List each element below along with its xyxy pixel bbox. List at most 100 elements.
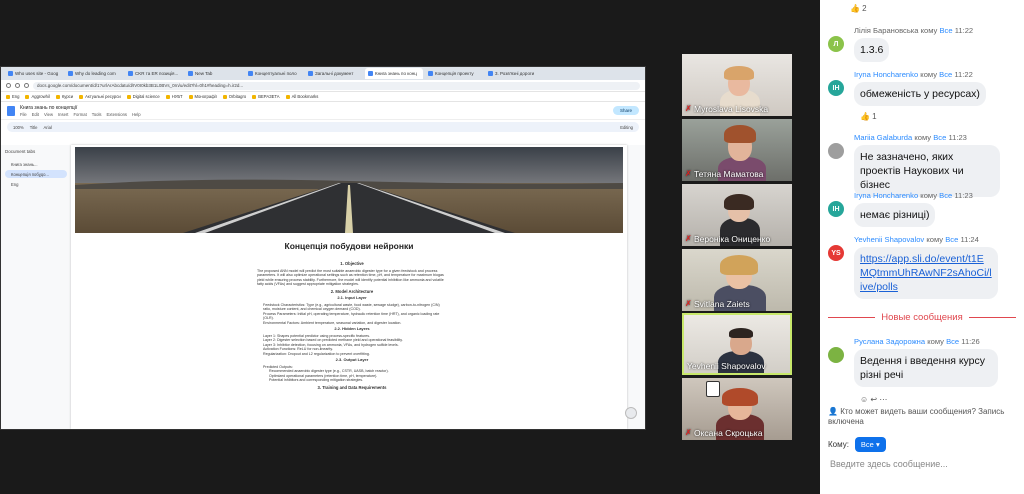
tab-favicon-icon [308,71,313,76]
add-reaction-icon[interactable]: ☺ ↩ ⋯ [860,395,887,404]
bookmark-item[interactable]: Orbitagro [223,94,246,99]
outline-item-selected[interactable]: Концепція побудо... [5,170,67,178]
message-header: Yevhenii Shapovalov кому Все 11:24 [854,235,979,244]
tab-favicon-icon [488,71,493,76]
browser-tab[interactable]: New Tab [185,68,243,79]
bookmark-item[interactable]: Digital science [127,94,160,99]
avatar: IH [828,201,844,217]
bookmarks-bar: Eng Aggrowhil Курси Актуальні ресурси Di… [1,92,645,102]
outline-item[interactable]: Eng [5,180,67,188]
menu-insert[interactable]: Insert [58,112,68,117]
chat-message: IH Iryna Honcharenko кому Все 11:23 нема… [828,191,1018,227]
zoom-meeting-window: Who uses site - Goog Why do leading com … [0,0,1024,494]
chat-message: YS Yevhenii Shapovalov кому Все 11:24 ht… [828,235,1018,301]
bookmark-item[interactable]: All Bookmarks [286,94,319,99]
reaction-badge[interactable]: 👍 1 [860,112,877,121]
docs-toolbar: 100% Title Arial Editing [7,122,639,132]
participant-tile[interactable]: ✗ Svitlana Zaiets [682,249,792,311]
message-bubble: Ведення і введення курсу різні речі [854,349,998,387]
outline-title: Document tabs [5,149,36,154]
menu-edit[interactable]: Edit [32,112,39,117]
road-landscape-image [75,147,623,233]
menu-file[interactable]: File [20,112,27,117]
chat-message: Руслана Задорожна кому Все 11:26 Ведення… [828,337,1018,404]
menu-view[interactable]: View [44,112,53,117]
message-header: Iryna Honcharenko кому Все 11:22 [854,70,973,79]
new-messages-separator: Новые сообщения [828,311,1016,323]
participant-tile-active-speaker[interactable]: Yevhenii Shapovalov [682,313,792,375]
browser-tab[interactable]: Концептуальні поло [245,68,303,79]
bullet: Feedstock Characteristics: Type (e.g., a… [263,302,440,312]
bookmark-item[interactable]: Aggrowhil [25,94,49,99]
subheading: 2.3. Output Layer [335,357,369,362]
bullet: Regularization: Dropout and L2 regulariz… [263,351,370,356]
menu-help[interactable]: Help [132,112,141,117]
chat-messages[interactable]: 👍 2 Л Лілія Барановська кому Все 11:22 1… [820,0,1024,430]
browser-tab-active[interactable]: Книга знань по конц [365,68,423,79]
document-content: 1. Objective The proposed ANN model will… [257,259,447,392]
document-outline: Document tabs Книга знань... Концепція п… [5,149,67,190]
tab-favicon-icon [128,71,133,76]
message-header: Лілія Барановська кому Все 11:22 [854,26,974,35]
mic-muted-icon: ✗ [685,104,692,113]
heading: 1. Objective [340,261,364,266]
forward-icon[interactable] [15,83,20,88]
message-bubble: немає різниці) [854,203,936,227]
menu-tools[interactable]: Tools [92,112,102,117]
shared-screen: Who uses site - Goog Why do leading com … [0,66,646,430]
browser-tab[interactable]: Концепція проекту [425,68,483,79]
share-button[interactable]: Share [612,106,639,115]
chat-message: Л Лілія Барановська кому Все 11:22 1.3.6 [828,26,1018,62]
docs-header: Книга знань по концепції File Edit View … [1,102,645,120]
menu-format[interactable]: Format [73,112,86,117]
avatar: YS [828,245,844,261]
outline-item[interactable]: Книга знань... [5,160,67,168]
paragraph: The proposed ANN model will predict the … [257,268,444,287]
zoom-select[interactable]: 100% [13,125,24,130]
explore-icon[interactable] [625,407,637,419]
chat-message: IH Iryna Honcharenko кому Все 11:22 обме… [828,70,1018,126]
slido-link[interactable]: https://app.sli.do/event/t1EMQtmmUhRAwNF… [860,253,992,293]
tab-favicon-icon [368,71,373,76]
subheading: 2.2. Hidden Layers [334,326,370,331]
font-select[interactable]: Arial [43,125,51,130]
message-input[interactable]: Введите здесь сообщение... [830,459,948,469]
participant-tile[interactable]: ✗ Вероніка Ониценко [682,184,792,246]
bookmark-item[interactable]: НУБТ [166,94,183,99]
participant-name: ✗ Myroslava Lisovska [685,104,769,114]
chat-panel: 👍 2 Л Лілія Барановська кому Все 11:22 1… [820,0,1024,494]
participant-tile[interactable]: ✗ Оксана Скроцька [682,378,792,440]
participant-tile[interactable]: ✗ Тетяна Маматова [682,119,792,181]
url-field[interactable]: docs.google.com/document/d/1?urlArAbcdat… [33,81,640,90]
style-select[interactable]: Title [30,125,38,130]
document-name[interactable]: Книга знань по концепції [20,105,141,111]
bullet: Process Parameters: Initial pH, operatin… [263,311,440,321]
bookmark-item[interactable]: Актуальні ресурси [79,94,121,99]
who-can-see-notice[interactable]: 👤 Кто может видеть ваши сообщения? Запис… [828,407,1018,427]
mode-select[interactable]: Editing [620,125,633,130]
menu-extensions[interactable]: Extensions [107,112,127,117]
back-icon[interactable] [6,83,11,88]
subheading: 2.1. Input Layer [337,295,367,300]
bookmark-item[interactable]: Курси [56,94,73,99]
google-docs-logo-icon[interactable] [7,105,15,116]
mic-muted-icon: ✗ [685,169,692,178]
reaction-badge[interactable]: 👍 2 [850,4,867,13]
participant-tile[interactable]: ✗ Myroslava Lisovska [682,54,792,116]
browser-tab[interactable]: CKR та ER позиція... [125,68,183,79]
bookmark-item[interactable]: ВЕРАЗЕТА [252,94,279,99]
bookmark-item[interactable]: Eng [6,94,19,99]
document-page[interactable]: Концепція побудови нейронки 1. Objective… [71,145,627,429]
browser-tab[interactable]: 3. Розв'язні дороги [485,68,543,79]
reload-icon[interactable] [24,83,29,88]
browser-tab[interactable]: Загальні документ [305,68,363,79]
participant-name: Yevhenii Shapovalov [687,361,766,371]
recipient-select[interactable]: Все ▾ [854,437,886,452]
message-header: Mariia Galaburda кому Все 11:23 [854,133,967,142]
participant-name: ✗ Вероніка Ониценко [685,234,771,244]
browser-tab-strip: Who uses site - Goog Why do leading com … [1,67,645,80]
browser-tab[interactable]: Why do leading com [65,68,123,79]
browser-tab[interactable]: Who uses site - Goog [5,68,63,79]
bookmark-item[interactable]: Монографії [189,94,217,99]
sub-bullet: Potential inhibitors and corresponding m… [269,378,364,382]
